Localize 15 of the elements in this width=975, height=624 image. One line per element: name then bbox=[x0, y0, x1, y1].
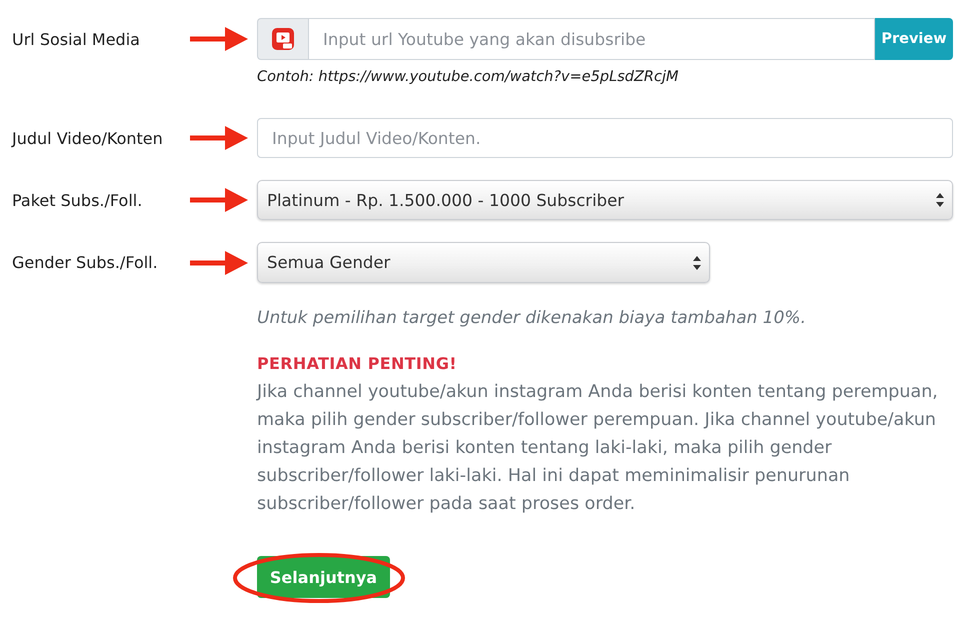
warning-title: PERHATIAN PENTING! bbox=[257, 353, 457, 375]
dropdown-select[interactable]: Platinum - Rp. 1.500.000 - 1000 Subscriber bbox=[257, 180, 953, 220]
title-input-field[interactable]: Input Judul Video/Konten. bbox=[257, 118, 953, 158]
video-play-icon bbox=[272, 28, 294, 50]
field-label: Gender Subs./Foll. bbox=[12, 253, 159, 272]
field-label: Judul Video/Konten bbox=[12, 128, 164, 148]
warning-text: Jika channel youtube/akun instagram Anda berisi konten tentang perempuan, maka pilih gender subscriber/follower perempuan. Jika channel youtube/akun instagram Anda berisi konten tentang laki-laki, maka pilih gender subscriber/follower laki-laki. Hal ini dapat meminimalisir penurunan subscriber/follower pada saat proses order. bbox=[257, 381, 939, 516]
example-hint: Contoh: https://www.youtube.com/watch?v=e5pLsdZRcjM bbox=[257, 68, 680, 86]
gender-fee-note: Untuk pemilihan target gender dikenakan biaya tambahan 10%. bbox=[257, 307, 806, 330]
updown-caret-icon bbox=[936, 193, 944, 207]
field-label: Paket Subs./Foll. bbox=[12, 190, 144, 210]
updown-caret-icon bbox=[693, 256, 701, 270]
url-input-field[interactable]: Input url Youtube yang akan disubsribe bbox=[308, 18, 875, 60]
field-label: Url Sosial Media bbox=[12, 30, 141, 48]
dropdown-select[interactable]: Semua Gender bbox=[257, 242, 710, 283]
